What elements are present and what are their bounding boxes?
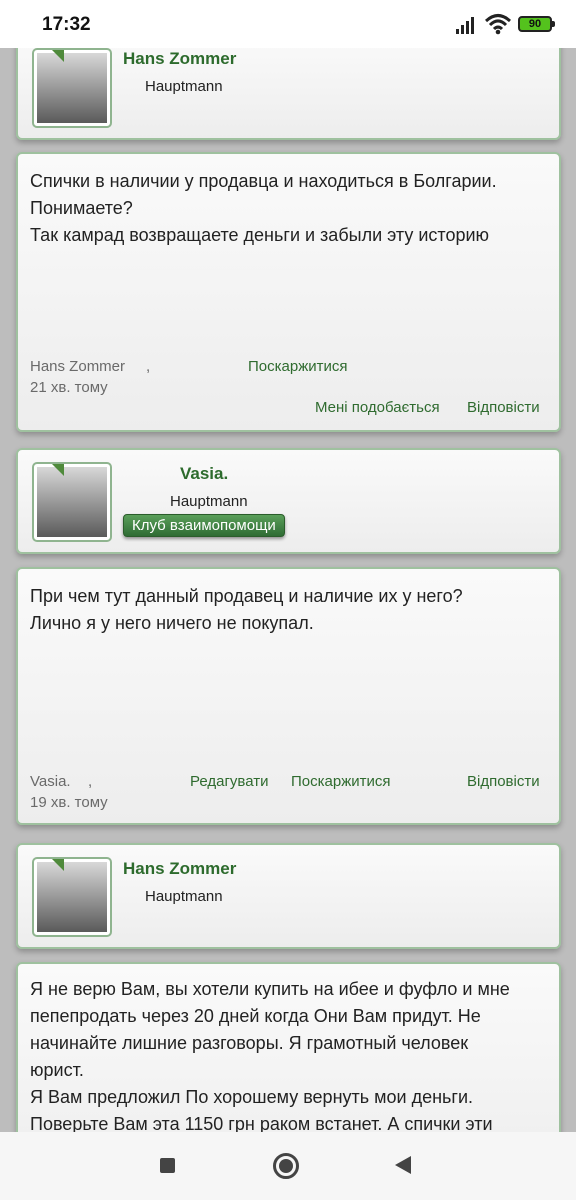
username-link[interactable]: Hans Zommer <box>123 859 236 879</box>
reply-link[interactable]: Відповісти <box>467 399 540 416</box>
user-rank: Hauptmann <box>145 888 223 905</box>
report-link[interactable]: Поскаржитися <box>291 773 391 790</box>
navigation-bar <box>0 1132 576 1200</box>
comma-separator: , <box>88 773 93 790</box>
home-circle-icon[interactable] <box>273 1153 299 1179</box>
comma-separator: , <box>146 358 151 375</box>
status-bar: 17:32 90 <box>0 0 576 48</box>
profile-card: Hans Zommer Hauptmann <box>16 48 561 140</box>
user-avatar[interactable] <box>32 48 112 128</box>
battery-icon: 90 <box>518 16 555 32</box>
user-rank: Hauptmann <box>170 493 248 510</box>
comment-time: 19 хв. тому <box>30 794 108 811</box>
user-avatar[interactable] <box>32 462 112 542</box>
comment-time: 21 хв. тому <box>30 379 108 396</box>
comment-author[interactable]: Vasia. <box>30 773 71 790</box>
comment-text: Я не верю Вам, вы хотели купить на ибее … <box>30 979 510 1132</box>
wifi-icon <box>485 14 511 35</box>
like-link[interactable]: Мені подобається <box>315 399 440 416</box>
square-nav-icon[interactable] <box>160 1158 175 1173</box>
comment-card: Я не верю Вам, вы хотели купить на ибее … <box>16 962 561 1132</box>
status-time: 17:32 <box>42 14 91 35</box>
comment-card: Спички в наличии у продавца и находиться… <box>16 152 561 432</box>
comment-text: Спички в наличии у продавца и находиться… <box>30 171 497 245</box>
comment-author[interactable]: Hans Zommer <box>30 358 125 375</box>
reply-link[interactable]: Відповісти <box>467 773 540 790</box>
username-link[interactable]: Vasia. <box>180 464 228 484</box>
comment-card: При чем тут данный продавец и наличие их… <box>16 567 561 825</box>
profile-card: Hans Zommer Hauptmann <box>16 843 561 949</box>
back-triangle-icon[interactable] <box>395 1156 411 1174</box>
signal-icon <box>456 16 478 34</box>
edit-link[interactable]: Редагувати <box>190 773 269 790</box>
user-rank: Hauptmann <box>145 78 223 95</box>
comment-text: При чем тут данный продавец и наличие их… <box>30 586 463 633</box>
comments-feed[interactable]: Hans Zommer Hauptmann Спички в наличии у… <box>0 48 576 1132</box>
club-badge-button[interactable]: Клуб взаимопомощи <box>123 514 285 537</box>
report-link[interactable]: Поскаржитися <box>248 358 348 375</box>
user-avatar[interactable] <box>32 857 112 937</box>
username-link[interactable]: Hans Zommer <box>123 49 236 69</box>
profile-card: Vasia. Hauptmann Клуб взаимопомощи <box>16 448 561 554</box>
